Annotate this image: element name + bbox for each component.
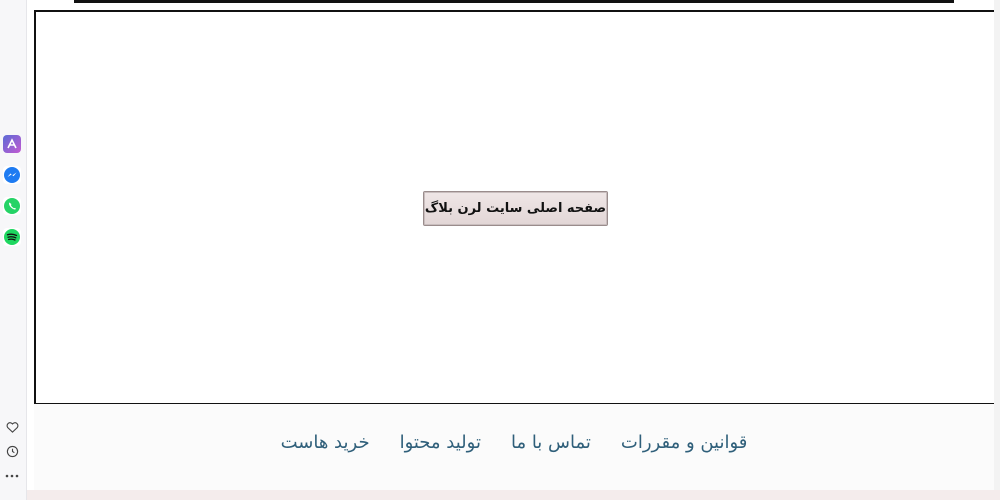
heart-icon[interactable] bbox=[4, 419, 20, 435]
content-production-link[interactable]: تولید محتوا bbox=[400, 432, 481, 453]
messenger-icon[interactable] bbox=[3, 166, 21, 184]
arc-app-icon[interactable] bbox=[3, 135, 21, 153]
home-page-button[interactable]: صفحه اصلی سایت لرن بلاگ bbox=[423, 191, 608, 226]
terms-link[interactable]: قوانین و مقررات bbox=[621, 432, 748, 453]
more-icon[interactable] bbox=[4, 468, 20, 484]
spotify-icon[interactable] bbox=[3, 228, 21, 246]
footer-nav: قوانین و مقررات تماس با ما تولید محتوا خ… bbox=[34, 404, 994, 490]
contact-link[interactable]: تماس با ما bbox=[511, 432, 591, 453]
buy-hosting-link[interactable]: خرید هاست bbox=[281, 432, 370, 453]
footer-links: قوانین و مقررات تماس با ما تولید محتوا خ… bbox=[34, 432, 994, 453]
browser-side-dock bbox=[0, 0, 27, 500]
clock-icon[interactable] bbox=[4, 443, 20, 459]
whatsapp-icon[interactable] bbox=[3, 197, 21, 215]
header-divider bbox=[74, 0, 954, 3]
page-bottom-edge bbox=[27, 490, 1000, 500]
scrollbar-track[interactable] bbox=[994, 0, 1000, 500]
content-frame: صفحه اصلی سایت لرن بلاگ bbox=[34, 10, 996, 405]
